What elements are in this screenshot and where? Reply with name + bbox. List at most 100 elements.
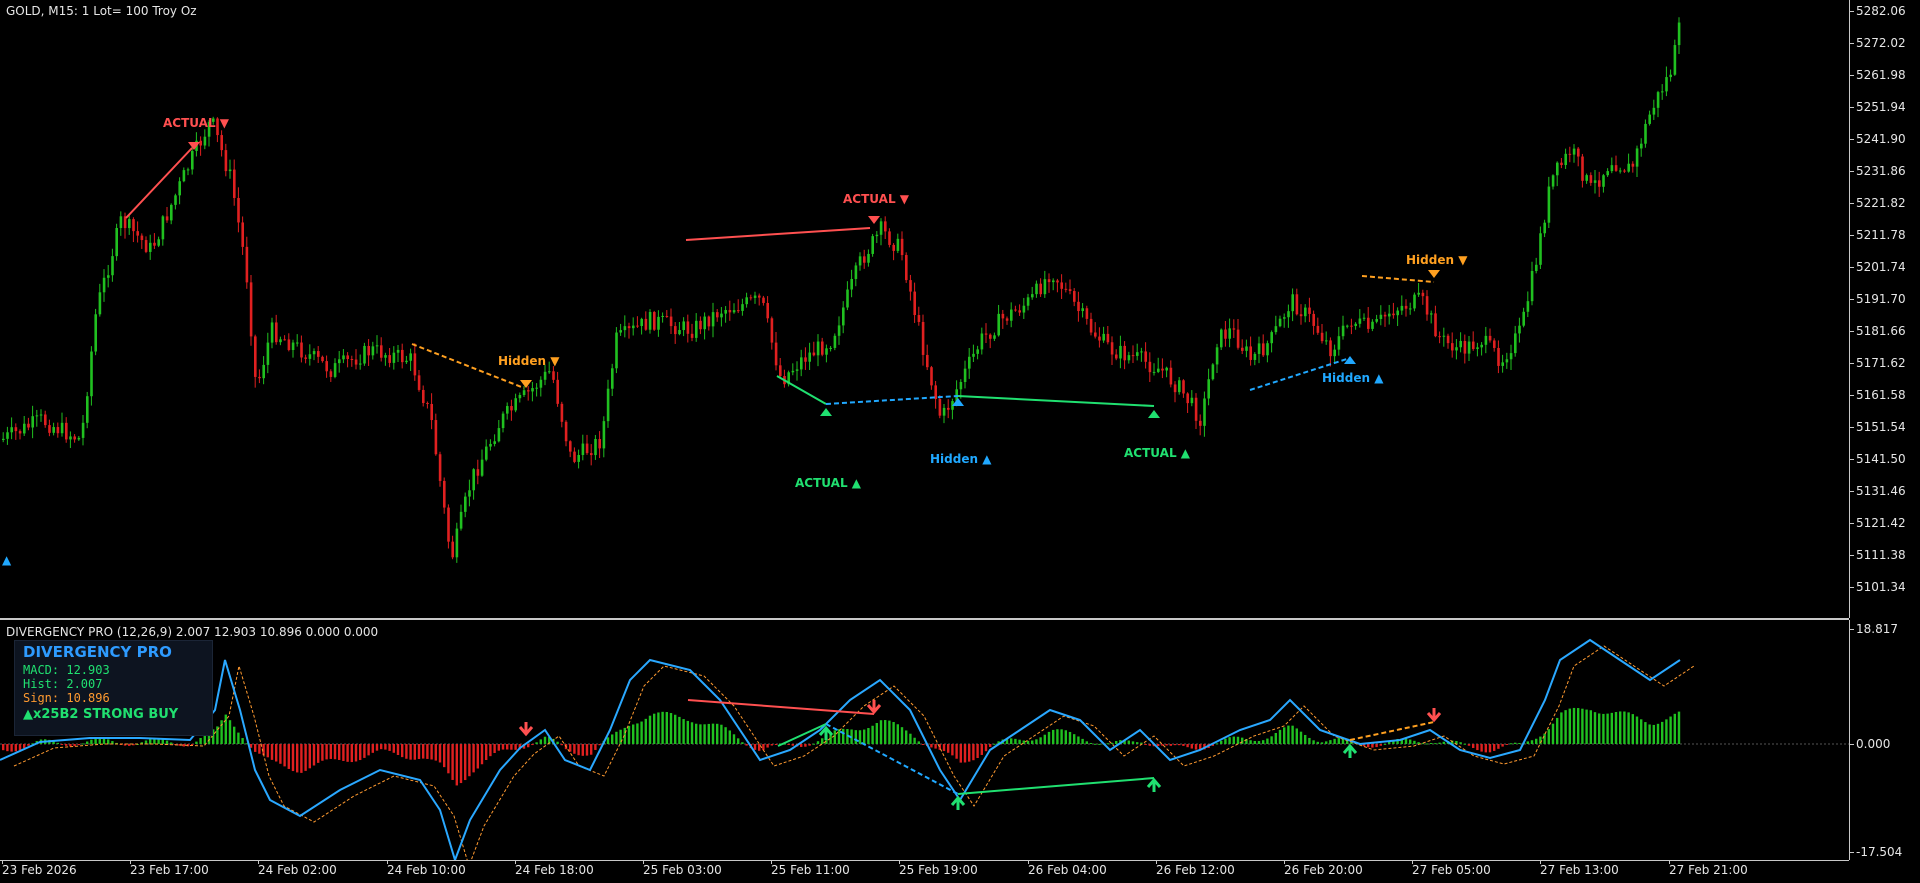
- histogram-bar: [1136, 742, 1139, 744]
- candle-body: [1123, 345, 1126, 361]
- histogram-bar: [1047, 731, 1051, 744]
- candle-body: [892, 244, 895, 251]
- candle-body: [829, 347, 832, 349]
- histogram-bar: [695, 723, 698, 744]
- histogram-bar: [325, 744, 328, 760]
- candle-body: [14, 427, 18, 432]
- histogram-bar: [1266, 738, 1269, 744]
- candle-body: [1249, 346, 1252, 360]
- candle-body: [699, 320, 702, 330]
- histogram-bar: [1299, 731, 1303, 744]
- indicator-pane[interactable]: [0, 620, 1850, 860]
- price-axis-label: 5121.42: [1856, 516, 1906, 530]
- histogram-bar: [1073, 734, 1076, 744]
- candle-body: [1656, 92, 1660, 108]
- histogram-bar: [585, 744, 589, 756]
- candle-body: [1505, 359, 1509, 363]
- histogram-bar: [808, 744, 811, 746]
- candle-body: [417, 375, 421, 390]
- candle-body: [653, 312, 656, 330]
- signal-label: ACTUAL ▲: [1124, 446, 1190, 460]
- histogram-bar: [1014, 738, 1017, 744]
- candle-body: [716, 312, 719, 318]
- histogram-bar: [1543, 733, 1546, 744]
- histogram-bar: [833, 730, 836, 744]
- candle-body: [497, 428, 501, 442]
- signal-line: [13, 645, 1695, 860]
- candle-body: [1526, 301, 1530, 312]
- candle-body: [1434, 313, 1437, 337]
- candle-body: [770, 318, 774, 343]
- histogram-bar: [342, 744, 345, 761]
- candle-body: [1463, 340, 1467, 354]
- candle-body: [569, 441, 572, 452]
- candle-body: [791, 370, 795, 373]
- histogram-bar: [1056, 729, 1059, 744]
- histogram-bar: [1169, 744, 1172, 746]
- divergence-line: [685, 227, 871, 241]
- price-axis-label: 5251.94: [1856, 100, 1906, 114]
- histogram-bar: [1220, 740, 1223, 744]
- price-chart-pane[interactable]: [0, 0, 1850, 618]
- candle-body: [959, 381, 963, 390]
- candle-body: [842, 307, 845, 326]
- price-axis-label: 5181.66: [1856, 324, 1906, 338]
- histogram-bar: [1257, 741, 1261, 744]
- candle-body: [1010, 309, 1013, 321]
- candle-body: [695, 320, 698, 338]
- candle-body: [413, 353, 417, 376]
- histogram-bar: [1509, 743, 1513, 745]
- histogram-bar: [401, 744, 404, 758]
- candle-body: [1325, 340, 1328, 342]
- histogram-bar: [569, 744, 572, 752]
- candle-body: [1039, 283, 1042, 295]
- histogram-bar: [1236, 736, 1240, 744]
- price-axis-tick: [1849, 299, 1854, 300]
- histogram-bar: [1425, 743, 1429, 745]
- candle-body: [333, 363, 337, 377]
- histogram-bar: [300, 744, 303, 773]
- candle-body: [1514, 333, 1517, 354]
- histogram-bar: [422, 744, 425, 759]
- candle-body: [149, 242, 152, 252]
- histogram-bar: [1182, 744, 1185, 746]
- histogram-bar: [1623, 711, 1626, 744]
- histogram-bar: [770, 744, 773, 746]
- buy-arrow-icon: [950, 795, 966, 810]
- histogram-bar: [577, 744, 580, 756]
- candle-body: [472, 469, 475, 491]
- candle-body: [1068, 289, 1072, 292]
- histogram-bar: [1514, 742, 1517, 744]
- histogram-bar: [296, 744, 299, 773]
- histogram-bar: [590, 744, 593, 755]
- candle-body: [1136, 352, 1139, 356]
- histogram-bar: [1669, 716, 1672, 744]
- candle-body: [1493, 340, 1496, 348]
- candle-body: [518, 394, 522, 399]
- price-axis-label: 5191.70: [1856, 292, 1906, 306]
- candle-body: [1354, 323, 1357, 327]
- candle-body: [182, 170, 186, 182]
- histogram-bar: [56, 742, 59, 744]
- histogram-bar: [1585, 709, 1588, 744]
- histogram-bar: [611, 734, 614, 744]
- histogram-bar: [1262, 740, 1265, 744]
- histogram-bar: [527, 744, 530, 748]
- histogram-bar: [1430, 742, 1433, 744]
- histogram-bar: [1631, 714, 1634, 744]
- histogram-bar: [501, 744, 505, 750]
- candle-body: [245, 246, 249, 283]
- candle-body: [2, 438, 5, 440]
- histogram-bar: [1127, 740, 1130, 744]
- histogram-bar: [367, 744, 370, 756]
- candle-body: [1157, 368, 1160, 372]
- histogram-bar: [1644, 722, 1647, 744]
- histogram-bar: [165, 740, 169, 744]
- candle-body: [1606, 171, 1609, 176]
- histogram-bar: [535, 742, 538, 744]
- histogram-bar: [1043, 734, 1046, 744]
- histogram-bar: [543, 736, 547, 744]
- histogram-bar: [308, 744, 311, 769]
- histogram-bar: [199, 737, 202, 744]
- candle-body: [1089, 318, 1093, 333]
